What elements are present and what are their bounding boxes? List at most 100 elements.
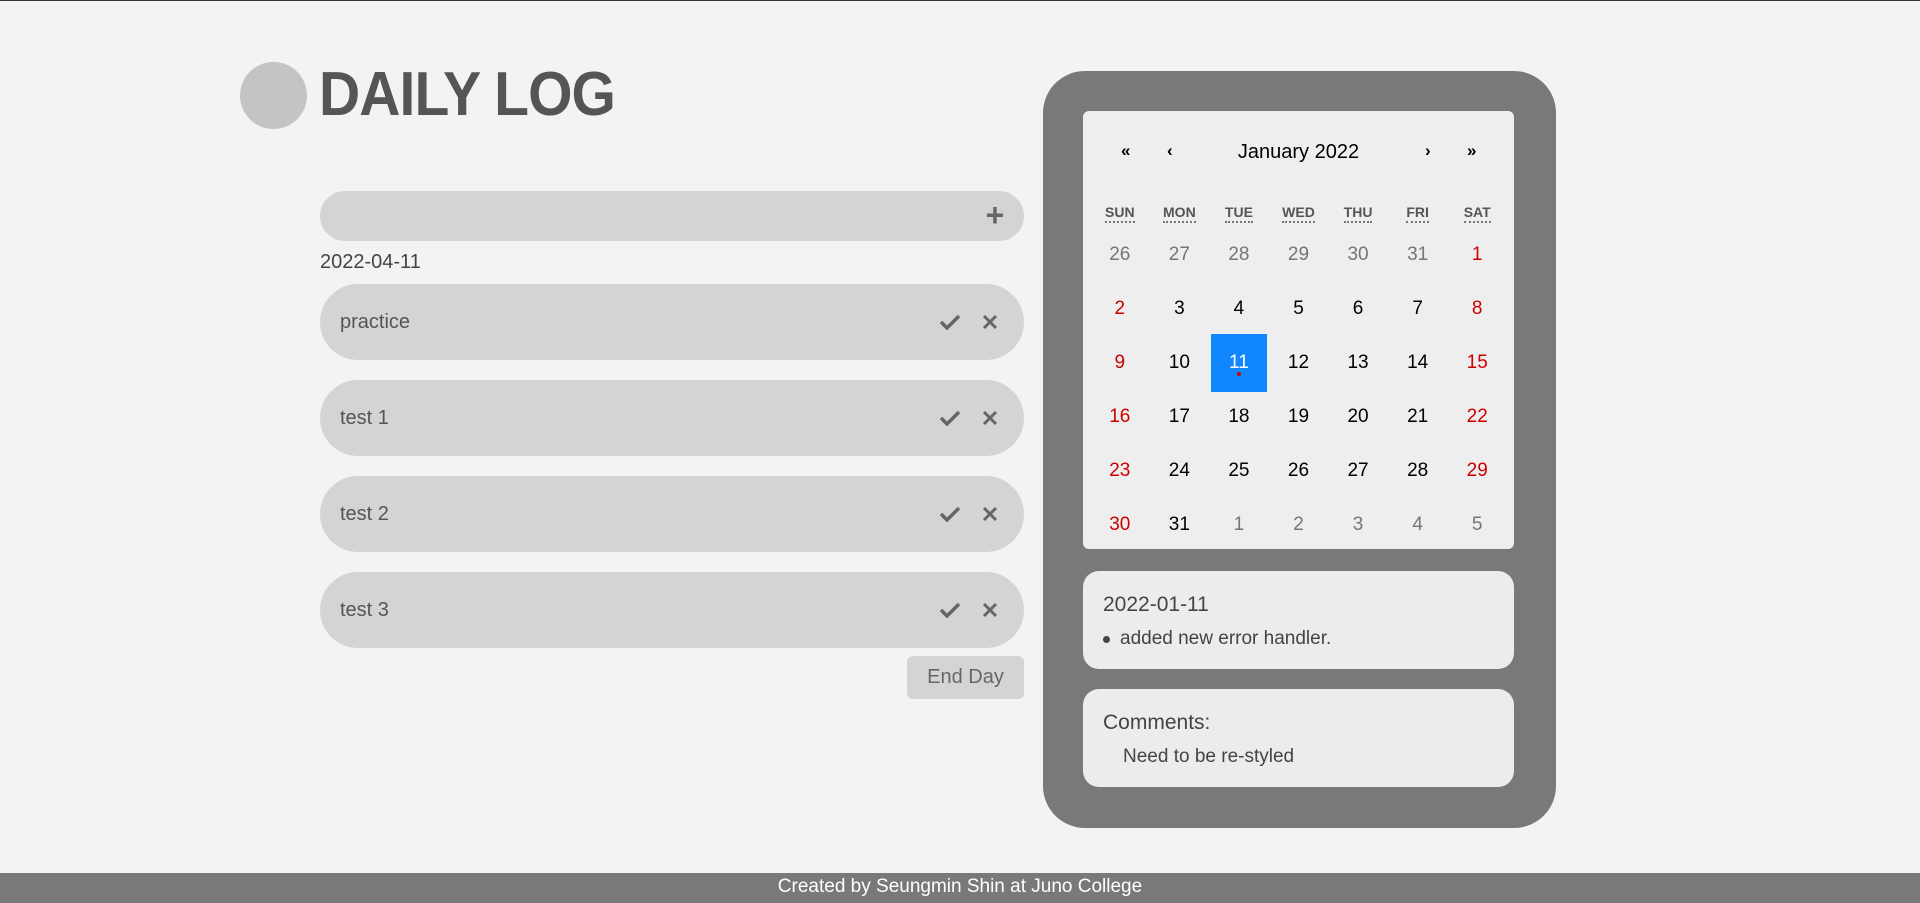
- calendar-day[interactable]: 6: [1328, 282, 1388, 336]
- calendar-day-number: 12: [1287, 352, 1310, 373]
- add-task-button[interactable]: +: [980, 199, 1010, 231]
- close-icon[interactable]: [978, 502, 1002, 526]
- calendar-day-number: 7: [1412, 298, 1423, 319]
- task-label: test 3: [340, 599, 389, 621]
- comments-heading: Comments:: [1103, 711, 1211, 734]
- calendar-day[interactable]: 29: [1447, 444, 1507, 498]
- calendar-day[interactable]: 31: [1388, 228, 1448, 282]
- calendar-day[interactable]: 4: [1388, 498, 1448, 549]
- calendar-day-selected[interactable]: 11: [1209, 334, 1269, 392]
- calendar-day-number: 29: [1466, 460, 1488, 481]
- calendar-day-number: 5: [1471, 514, 1483, 535]
- calendar-day[interactable]: 10: [1150, 336, 1210, 390]
- app-title: DAILY LOG: [319, 60, 616, 129]
- calendar-day[interactable]: 13: [1328, 336, 1388, 390]
- calendar-day[interactable]: 7: [1388, 282, 1448, 336]
- side-panel: « ‹ January 2022 › » SUN MON TUE WED THU…: [1043, 71, 1556, 828]
- calendar-day-number: 8: [1471, 298, 1483, 319]
- weekday-label: MON: [1150, 204, 1210, 223]
- calendar-days: 26 27 28 29 30 31 1 2 3 4 5 6 7 8 9 10 11 12 13 14 15 16 17 18 1…: [1083, 228, 1514, 549]
- calendar-day[interactable]: 8: [1447, 282, 1507, 336]
- calendar-day-number: 3: [1352, 514, 1364, 535]
- calendar-day-number: 27: [1347, 460, 1369, 481]
- calendar-day[interactable]: 22: [1447, 390, 1507, 444]
- calendar-day[interactable]: 3: [1150, 282, 1210, 336]
- calendar-day[interactable]: 17: [1150, 390, 1210, 444]
- calendar-day-number: 27: [1168, 244, 1190, 265]
- calendar-day[interactable]: 1: [1447, 228, 1507, 282]
- end-day-button[interactable]: End Day: [907, 656, 1024, 699]
- calendar-day[interactable]: 30: [1090, 498, 1150, 549]
- check-icon[interactable]: [938, 310, 962, 334]
- calendar-day-number: 28: [1407, 460, 1429, 481]
- calendar-day-number: 6: [1352, 298, 1364, 319]
- calendar-day-number: 1: [1471, 244, 1483, 265]
- next-month-button[interactable]: ›: [1425, 141, 1431, 161]
- calendar-day-number: 23: [1109, 460, 1131, 481]
- calendar-day[interactable]: 30: [1328, 228, 1388, 282]
- weekday-label: WED: [1269, 204, 1329, 223]
- calendar-day-number: 24: [1168, 460, 1190, 481]
- current-date: 2022-04-11: [320, 251, 421, 273]
- calendar-day-number: 5: [1293, 298, 1304, 319]
- calendar-day-number: 2: [1114, 298, 1126, 319]
- calendar-day[interactable]: 14: [1388, 336, 1448, 390]
- calendar-day[interactable]: 20: [1328, 390, 1388, 444]
- comments-text: Need to be re-styled: [1123, 746, 1295, 767]
- calendar-day[interactable]: 18: [1209, 390, 1269, 444]
- calendar-day[interactable]: 16: [1090, 390, 1150, 444]
- calendar: « ‹ January 2022 › » SUN MON TUE WED THU…: [1083, 111, 1514, 549]
- calendar-day[interactable]: 2: [1269, 498, 1329, 549]
- close-icon[interactable]: [978, 598, 1002, 622]
- calendar-day[interactable]: 12: [1269, 336, 1329, 390]
- calendar-day[interactable]: 3: [1328, 498, 1388, 549]
- calendar-day[interactable]: 15: [1447, 336, 1507, 390]
- log-date: 2022-01-11: [1103, 593, 1209, 616]
- calendar-day[interactable]: 27: [1150, 228, 1210, 282]
- calendar-day[interactable]: 25: [1209, 444, 1269, 498]
- close-icon[interactable]: [978, 310, 1002, 334]
- calendar-day-number: 31: [1407, 244, 1429, 265]
- calendar-day[interactable]: 27: [1328, 444, 1388, 498]
- check-icon[interactable]: [938, 502, 962, 526]
- check-icon[interactable]: [938, 406, 962, 430]
- calendar-day-number: 13: [1347, 352, 1369, 373]
- calendar-day-number: 15: [1466, 352, 1488, 373]
- calendar-day[interactable]: 26: [1090, 228, 1150, 282]
- calendar-day[interactable]: 9: [1090, 336, 1150, 390]
- calendar-day[interactable]: 19: [1269, 390, 1329, 444]
- calendar-day-number: 26: [1109, 244, 1131, 265]
- entry-dot-icon: [1236, 372, 1241, 376]
- footer: Created by Seungmin Shin at Juno College: [0, 873, 1920, 903]
- calendar-day[interactable]: 26: [1269, 444, 1329, 498]
- calendar-day-number: 14: [1407, 352, 1429, 373]
- calendar-day[interactable]: 4: [1209, 282, 1269, 336]
- calendar-day-number: 11: [1229, 352, 1249, 373]
- weekday-label: SAT: [1447, 204, 1507, 223]
- calendar-day-number: 29: [1287, 244, 1310, 265]
- calendar-day[interactable]: 5: [1447, 498, 1507, 549]
- calendar-day[interactable]: 28: [1388, 444, 1448, 498]
- calendar-day-number: 2: [1293, 514, 1304, 535]
- calendar-day-number: 10: [1168, 352, 1190, 373]
- calendar-day[interactable]: 31: [1150, 498, 1210, 549]
- calendar-day[interactable]: 5: [1269, 282, 1329, 336]
- weekday-label: TUE: [1209, 204, 1269, 223]
- calendar-month-label[interactable]: January 2022: [1083, 141, 1514, 164]
- calendar-day[interactable]: 28: [1209, 228, 1269, 282]
- calendar-day[interactable]: 23: [1090, 444, 1150, 498]
- next-year-button[interactable]: »: [1467, 141, 1476, 161]
- calendar-day-number: 16: [1109, 406, 1131, 427]
- calendar-day[interactable]: 21: [1388, 390, 1448, 444]
- weekday-label: THU: [1328, 204, 1388, 223]
- close-icon[interactable]: [978, 406, 1002, 430]
- calendar-day[interactable]: 1: [1209, 498, 1269, 549]
- calendar-day-number: 17: [1168, 406, 1190, 427]
- calendar-day[interactable]: 29: [1269, 228, 1329, 282]
- calendar-day[interactable]: 2: [1090, 282, 1150, 336]
- task-item: test 2: [320, 476, 1024, 552]
- calendar-day-number: 4: [1412, 514, 1423, 535]
- check-icon[interactable]: [938, 598, 962, 622]
- task-input[interactable]: [340, 191, 964, 243]
- calendar-day[interactable]: 24: [1150, 444, 1210, 498]
